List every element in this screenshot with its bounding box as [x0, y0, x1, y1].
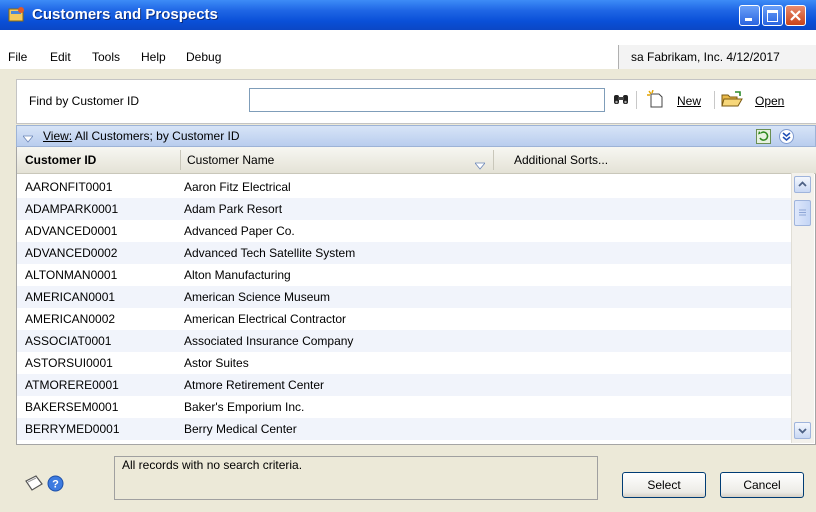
cell-customer-id: AMERICAN0001 [25, 290, 116, 304]
cell-customer-name: Advanced Paper Co. [184, 224, 295, 238]
cell-customer-id: ASTORSUI0001 [25, 356, 113, 370]
column-additional-sorts[interactable]: Additional Sorts... [514, 153, 608, 167]
vertical-scrollbar[interactable] [791, 173, 814, 443]
maximize-button[interactable] [762, 5, 783, 26]
menu-top-band [0, 30, 816, 45]
open-button[interactable]: Open [755, 94, 784, 108]
cancel-button[interactable]: Cancel [720, 472, 804, 498]
customer-grid: Customer ID Customer Name Additional Sor… [16, 147, 816, 445]
cell-customer-name: Aaron Fitz Electrical [184, 180, 291, 194]
select-button[interactable]: Select [622, 472, 706, 498]
cell-customer-id: ADAMPARK0001 [25, 202, 119, 216]
cell-customer-name: Astor Suites [184, 356, 249, 370]
note-icon[interactable] [24, 475, 44, 494]
table-row[interactable]: BERRYMED0001 Berry Medical Center [17, 418, 791, 440]
app-icon [8, 6, 26, 23]
column-customer-name[interactable]: Customer Name [187, 153, 274, 167]
column-customer-id[interactable]: Customer ID [25, 153, 96, 167]
table-row[interactable]: ADVANCED0001 Advanced Paper Co. [17, 220, 791, 242]
menu-debug[interactable]: Debug [186, 50, 221, 64]
cell-customer-id: ATMORERE0001 [25, 378, 119, 392]
new-button[interactable]: New [677, 94, 701, 108]
menu-help[interactable]: Help [141, 50, 166, 64]
view-bar: View: All Customers; by Customer ID [16, 125, 816, 147]
close-button[interactable] [785, 5, 806, 26]
toolbar-separator [636, 91, 637, 109]
title-bar[interactable]: Customers and Prospects [0, 0, 816, 30]
scroll-thumb[interactable] [794, 200, 811, 226]
table-row[interactable]: ASSOCIAT0001 Associated Insurance Company [17, 330, 791, 352]
cell-customer-name: Atmore Retirement Center [184, 378, 325, 392]
cell-customer-name: American Electrical Contractor [184, 312, 347, 326]
view-text: All Customers; by Customer ID [72, 129, 240, 143]
cell-customer-id: ALTONMAN0001 [25, 268, 118, 282]
open-folder-icon[interactable] [721, 91, 743, 111]
table-row[interactable]: AMERICAN0001 American Science Museum [17, 286, 791, 308]
scroll-up-icon [798, 181, 807, 187]
scroll-down-button[interactable] [794, 422, 811, 439]
table-row[interactable]: ALTONMAN0001 Alton Manufacturing [17, 264, 791, 286]
column-divider[interactable] [493, 150, 494, 170]
menu-file[interactable]: File [8, 50, 27, 64]
toolbar-separator [714, 91, 715, 109]
expand-icon[interactable] [779, 129, 794, 147]
cell-customer-name: Advanced Tech Satellite System [184, 246, 356, 260]
cell-customer-id: AARONFIT0001 [25, 180, 113, 194]
find-label: Find by Customer ID [29, 94, 140, 108]
cell-customer-id: ADVANCED0002 [25, 246, 118, 260]
menu-edit[interactable]: Edit [50, 50, 71, 64]
cell-customer-name: Alton Manufacturing [184, 268, 291, 282]
view-chevron-icon[interactable] [22, 132, 34, 146]
cell-customer-name: Baker's Emporium Inc. [184, 400, 305, 414]
search-status-box: All records with no search criteria. [114, 456, 598, 500]
user-company-date-status: sa Fabrikam, Inc. 4/12/2017 [618, 45, 816, 69]
table-row[interactable]: AMERICAN0002 American Electrical Contract… [17, 308, 791, 330]
cell-customer-id: ASSOCIAT0001 [25, 334, 112, 348]
view-selector[interactable]: View: All Customers; by Customer ID [43, 129, 240, 143]
cell-customer-name: American Science Museum [184, 290, 331, 304]
menu-tools[interactable]: Tools [92, 50, 120, 64]
customers-window: Customers and Prospects File Edit Tools … [0, 0, 816, 512]
status-user-company-date: sa Fabrikam, Inc. 4/12/2017 [631, 50, 780, 64]
table-row[interactable]: AARONFIT0001 Aaron Fitz Electrical [17, 176, 791, 198]
scroll-down-icon [798, 428, 807, 434]
cell-customer-id: AMERICAN0002 [25, 312, 116, 326]
customer-id-input[interactable] [249, 88, 605, 112]
cell-customer-name: Associated Insurance Company [184, 334, 354, 348]
grid-header: Customer ID Customer Name Additional Sor… [17, 147, 816, 174]
svg-text:?: ? [52, 479, 59, 491]
help-icon[interactable]: ? [47, 475, 64, 495]
cell-customer-id: ADVANCED0001 [25, 224, 118, 238]
window-title: Customers and Prospects [32, 6, 218, 23]
binoculars-icon[interactable] [613, 92, 629, 109]
column-divider[interactable] [180, 150, 181, 170]
cell-customer-name: Berry Medical Center [184, 422, 297, 436]
table-row[interactable]: ATMORERE0001 Atmore Retirement Center [17, 374, 791, 396]
table-row[interactable]: ADAMPARK0001 Adam Park Resort [17, 198, 791, 220]
close-icon [790, 10, 801, 21]
cell-customer-id: BERRYMED0001 [25, 422, 120, 436]
cell-customer-name: Adam Park Resort [184, 202, 283, 216]
view-prefix: View: [43, 129, 73, 143]
table-row[interactable]: BAKERSEM0001 Baker's Emporium Inc. [17, 396, 791, 418]
cell-customer-id: BAKERSEM0001 [25, 400, 119, 414]
find-panel: Find by Customer ID New Open [16, 79, 816, 124]
sort-dropdown-icon[interactable] [474, 159, 486, 173]
refresh-icon[interactable] [756, 129, 771, 147]
minimize-button[interactable] [739, 5, 760, 26]
new-doc-icon[interactable] [647, 89, 665, 111]
scroll-up-button[interactable] [794, 176, 811, 193]
table-row[interactable]: ASTORSUI0001 Astor Suites [17, 352, 791, 374]
table-row[interactable]: ADVANCED0002 Advanced Tech Satellite Syst… [17, 242, 791, 264]
search-status-text: All records with no search criteria. [122, 458, 303, 472]
